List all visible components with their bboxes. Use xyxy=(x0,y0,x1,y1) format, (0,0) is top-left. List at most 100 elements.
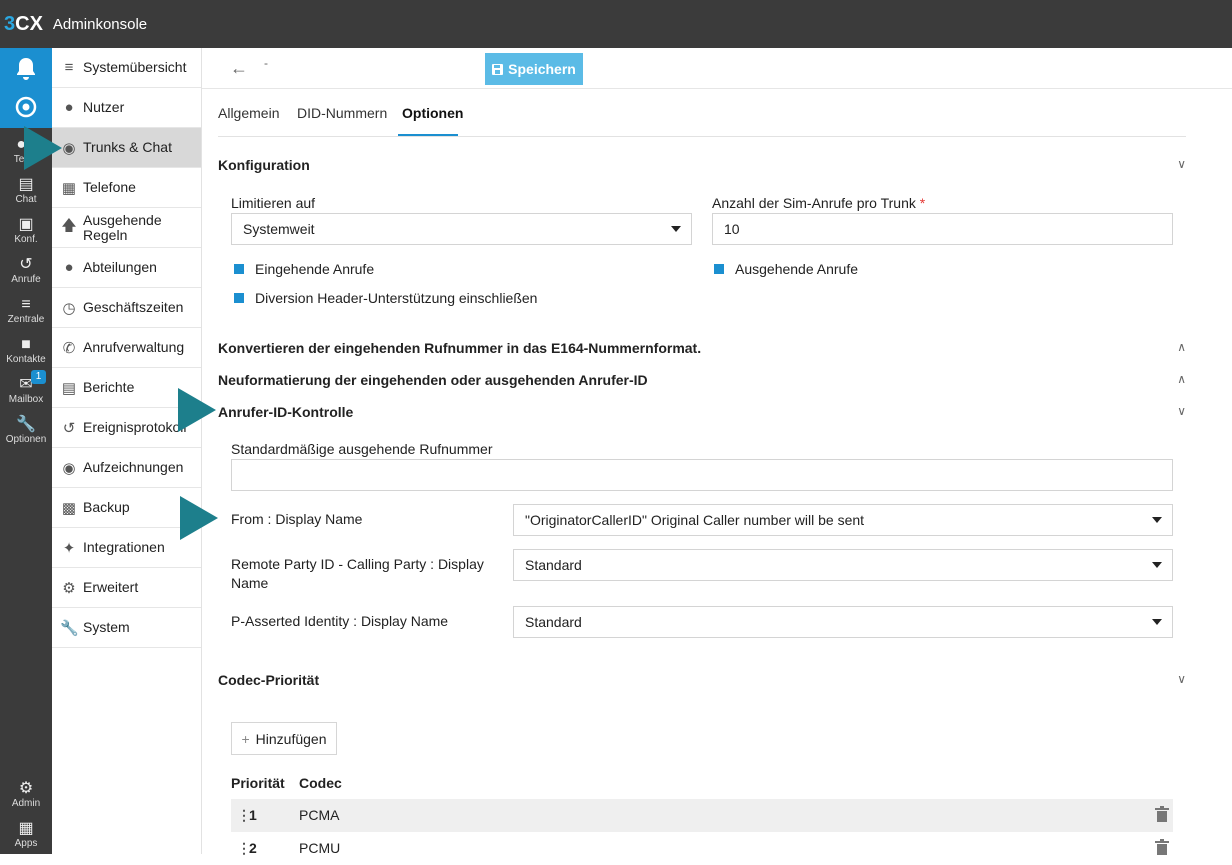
annotation-arrow xyxy=(178,388,216,432)
section-callerid[interactable]: Anrufer-ID-Kontrolle ∨ xyxy=(218,404,1186,420)
chevron-down-icon: ∨ xyxy=(1177,404,1186,418)
sim-calls-input[interactable]: 10 xyxy=(712,213,1173,245)
checkbox-ausgehende[interactable]: Ausgehende Anrufe xyxy=(714,261,858,277)
from-display-select[interactable]: "OriginatorCallerID" Original Caller num… xyxy=(513,504,1173,536)
add-codec-button[interactable]: + Hinzufügen xyxy=(231,722,337,755)
menu-label: Nutzer xyxy=(83,99,125,115)
rail-apps[interactable]: ▦ Apps xyxy=(0,820,52,849)
menu-label: Ereignisprotokoll xyxy=(83,419,187,435)
user-icon: ● xyxy=(64,99,74,116)
groups-icon: ● xyxy=(64,259,74,276)
menu-label: Berichte xyxy=(83,379,135,395)
rpid-value: Standard xyxy=(525,557,582,573)
tab-bar: Allgemein DID-Nummern Optionen xyxy=(218,97,1186,137)
limit-select[interactable]: Systemweit xyxy=(231,213,692,245)
puzzle-icon: ✦ xyxy=(62,539,76,557)
table-row[interactable]: ⋮ 1 PCMA xyxy=(231,799,1173,832)
tab-underline xyxy=(398,134,458,136)
trash-icon[interactable] xyxy=(1155,806,1169,822)
rail-contacts-label: Kontakte xyxy=(6,354,46,365)
bell-icon xyxy=(17,58,35,80)
pai-label: P-Asserted Identity : Display Name xyxy=(231,613,449,629)
rail-switchboard-label: Zentrale xyxy=(7,314,45,325)
menu-item-anrufverwaltung[interactable]: ✆ Anrufverwaltung xyxy=(52,328,201,368)
chrome-icon xyxy=(15,96,37,118)
menu-label: Abteilungen xyxy=(83,259,157,275)
save-label: Speichern xyxy=(508,61,576,77)
checkbox-checked xyxy=(714,264,724,274)
rail-switchboard[interactable]: ≡ Zentrale xyxy=(0,296,52,325)
plus-icon: + xyxy=(241,730,250,747)
tab-optionen[interactable]: Optionen xyxy=(402,105,463,121)
menu-item-telefone[interactable]: ▦ Telefone xyxy=(52,168,201,208)
table-row[interactable]: ⋮ 2 PCMU xyxy=(231,832,1173,865)
menu-item-aufzeichnungen[interactable]: ◉ Aufzeichnungen xyxy=(52,448,201,488)
required-marker: * xyxy=(919,195,926,211)
menu-item-backup[interactable]: ▩ Backup xyxy=(52,488,201,528)
rail-conference[interactable]: ▣ Konf. xyxy=(0,216,52,245)
top-bar: 3 CX Adminkonsole xyxy=(0,0,1232,48)
checkbox-eingehende[interactable]: Eingehende Anrufe xyxy=(234,261,374,277)
section-title: Konfiguration xyxy=(218,157,310,173)
checkbox-diversion[interactable]: Diversion Header-Unterstützung einschlie… xyxy=(234,290,537,306)
wrench-icon: 🔧 xyxy=(60,619,79,637)
menu-item-system[interactable]: 🔧 System xyxy=(52,608,201,648)
section-konfiguration[interactable]: Konfiguration ∨ xyxy=(218,157,1186,173)
globe-icon: ◉ xyxy=(62,139,76,157)
caret-down-icon xyxy=(1152,517,1162,523)
limit-select-value: Systemweit xyxy=(243,221,315,237)
toolbar: ← - Speichern xyxy=(202,48,1232,89)
chat-icon: ▤ xyxy=(18,176,34,193)
section-e164[interactable]: Konvertieren der eingehenden Rufnummer i… xyxy=(218,340,1186,356)
breadcrumb: - xyxy=(264,56,268,70)
record-icon: ◉ xyxy=(62,459,76,477)
rail-contacts[interactable]: ■ Kontakte xyxy=(0,336,52,365)
save-button[interactable]: Speichern xyxy=(485,53,583,85)
floppy-icon xyxy=(492,63,504,75)
arrow-up-icon: 🡅 xyxy=(61,217,77,234)
rail-options-label: Optionen xyxy=(5,434,47,445)
trash-icon[interactable] xyxy=(1155,839,1169,855)
pai-value: Standard xyxy=(525,614,582,630)
menu-item-integrationen[interactable]: ✦ Integrationen xyxy=(52,528,201,568)
rail-admin[interactable]: ⚙ Admin xyxy=(0,780,52,809)
menu-item-nutzer[interactable]: ● Nutzer xyxy=(52,88,201,128)
checkbox-label: Diversion Header-Unterstützung einschlie… xyxy=(255,290,538,306)
section-title: Neuformatierung der eingehenden oder aus… xyxy=(218,372,648,388)
contacts-icon: ■ xyxy=(21,336,31,353)
pai-select[interactable]: Standard xyxy=(513,606,1173,638)
chevron-up-icon: ∧ xyxy=(1177,372,1186,386)
sim-label-text: Anzahl der Sim-Anrufe pro Trunk xyxy=(712,195,916,211)
browser-button[interactable] xyxy=(0,96,52,121)
rail-chat-label: Chat xyxy=(15,194,37,205)
caret-down-icon xyxy=(1152,562,1162,568)
sim-label: Anzahl der Sim-Anrufe pro Trunk * xyxy=(712,194,925,213)
rail-admin-label: Admin xyxy=(11,798,41,809)
rail-mailbox[interactable]: ✉ 1 Mailbox xyxy=(0,370,52,405)
section-codec[interactable]: Codec-Priorität ∨ xyxy=(218,672,1186,688)
rpid-select[interactable]: Standard xyxy=(513,549,1173,581)
dashboard-icon: ≡ xyxy=(64,59,74,76)
menu-item-erweitert[interactable]: ⚙ Erweitert xyxy=(52,568,201,608)
back-arrow-icon[interactable]: ← xyxy=(230,58,248,79)
tab-allgemein[interactable]: Allgemein xyxy=(218,105,279,121)
history-icon: ↺ xyxy=(62,419,76,437)
menu-label: Telefone xyxy=(83,179,136,195)
rail-chat[interactable]: ▤ Chat xyxy=(0,176,52,205)
tab-did-nummern[interactable]: DID-Nummern xyxy=(297,105,387,121)
notifications-button[interactable] xyxy=(0,56,52,85)
menu-item-ausgehende-regeln[interactable]: 🡅 Ausgehende Regeln xyxy=(52,208,201,248)
section-title: Konvertieren der eingehenden Rufnummer i… xyxy=(218,340,702,356)
menu-item-abteilungen[interactable]: ● Abteilungen xyxy=(52,248,201,288)
chevron-down-icon: ∨ xyxy=(1177,672,1186,686)
history-icon: ↺ xyxy=(19,256,33,273)
section-reformat[interactable]: Neuformatierung der eingehenden oder aus… xyxy=(218,372,1186,388)
rail-conference-label: Konf. xyxy=(14,234,38,245)
menu-item-geschaeftszeiten[interactable]: ◷ Geschäftszeiten xyxy=(52,288,201,328)
rail-options[interactable]: 🔧 Optionen xyxy=(0,416,52,445)
menu-item-trunks[interactable]: ◉ Trunks & Chat xyxy=(52,128,201,168)
menu-item-systemuebersicht[interactable]: ≡ Systemübersicht xyxy=(52,48,201,88)
checkbox-checked xyxy=(234,264,244,274)
default-number-input[interactable] xyxy=(231,459,1173,491)
rail-calls[interactable]: ↺ Anrufe xyxy=(0,256,52,285)
